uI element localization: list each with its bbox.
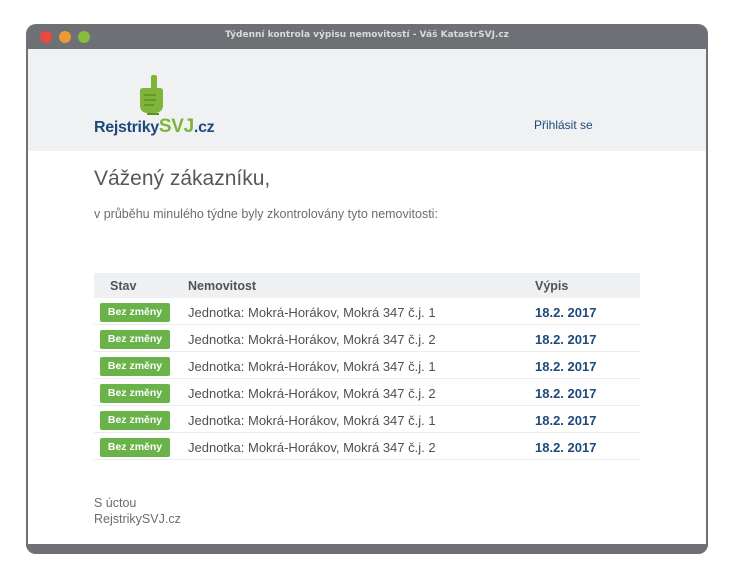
table-row: Bez změny Jednotka: Mokrá-Horákov, Mokrá…: [94, 433, 640, 460]
intro-text: v průběhu minulého týdne byly zkontrolov…: [94, 207, 438, 221]
window-footer: [26, 544, 708, 554]
status-badge: Bez změny: [100, 411, 170, 430]
email-content: RejstrikySVJ.cz Přihlásit se Vážený záka…: [28, 49, 706, 544]
table-row: Bez změny Jednotka: Mokrá-Horákov, Mokrá…: [94, 379, 640, 406]
table-header: Stav Nemovitost Výpis: [94, 273, 640, 298]
extract-date-link[interactable]: 18.2. 2017: [535, 332, 596, 347]
properties-table: Stav Nemovitost Výpis Bez změny Jednotka…: [94, 273, 640, 460]
table-row: Bez změny Jednotka: Mokrá-Horákov, Mokrá…: [94, 406, 640, 433]
pointing-hand-icon: [140, 75, 163, 115]
window-title: Týdenní kontrola výpisu nemovitostí - Vá…: [225, 30, 509, 40]
property-name: Jednotka: Mokrá-Horákov, Mokrá 347 č.j. …: [188, 386, 436, 401]
email-header: RejstrikySVJ.cz Přihlásit se: [28, 49, 706, 151]
table-row: Bez změny Jednotka: Mokrá-Horákov, Mokrá…: [94, 298, 640, 325]
status-badge: Bez změny: [100, 438, 170, 457]
logo[interactable]: RejstrikySVJ.cz: [94, 75, 215, 137]
extract-date-link[interactable]: 18.2. 2017: [535, 305, 596, 320]
status-badge: Bez změny: [100, 330, 170, 349]
status-badge: Bez změny: [100, 384, 170, 403]
column-header-property: Nemovitost: [188, 279, 257, 293]
app-window: Týdenní kontrola výpisu nemovitostí - Vá…: [26, 24, 708, 554]
property-name: Jednotka: Mokrá-Horákov, Mokrá 347 č.j. …: [188, 305, 436, 320]
logo-text: RejstrikySVJ.cz: [94, 116, 215, 137]
status-badge: Bez změny: [100, 357, 170, 376]
closing-line: S úctou: [94, 496, 137, 510]
extract-date-link[interactable]: 18.2. 2017: [535, 440, 596, 455]
property-name: Jednotka: Mokrá-Horákov, Mokrá 347 č.j. …: [188, 440, 436, 455]
signature-line: RejstrikySVJ.cz: [94, 512, 181, 526]
column-header-extract: Výpis: [535, 279, 569, 293]
column-header-status: Stav: [110, 279, 137, 293]
closing-signature: S úctou RejstrikySVJ.cz: [94, 495, 181, 527]
property-name: Jednotka: Mokrá-Horákov, Mokrá 347 č.j. …: [188, 359, 436, 374]
table-row: Bez změny Jednotka: Mokrá-Horákov, Mokrá…: [94, 325, 640, 352]
login-link[interactable]: Přihlásit se: [534, 118, 593, 132]
extract-date-link[interactable]: 18.2. 2017: [535, 386, 596, 401]
status-badge: Bez změny: [100, 303, 170, 322]
table-row: Bez změny Jednotka: Mokrá-Horákov, Mokrá…: [94, 352, 640, 379]
property-name: Jednotka: Mokrá-Horákov, Mokrá 347 č.j. …: [188, 332, 436, 347]
property-name: Jednotka: Mokrá-Horákov, Mokrá 347 č.j. …: [188, 413, 436, 428]
window-titlebar: Týdenní kontrola výpisu nemovitostí - Vá…: [26, 24, 708, 49]
greeting-heading: Vážený zákazníku,: [94, 167, 271, 190]
extract-date-link[interactable]: 18.2. 2017: [535, 359, 596, 374]
extract-date-link[interactable]: 18.2. 2017: [535, 413, 596, 428]
